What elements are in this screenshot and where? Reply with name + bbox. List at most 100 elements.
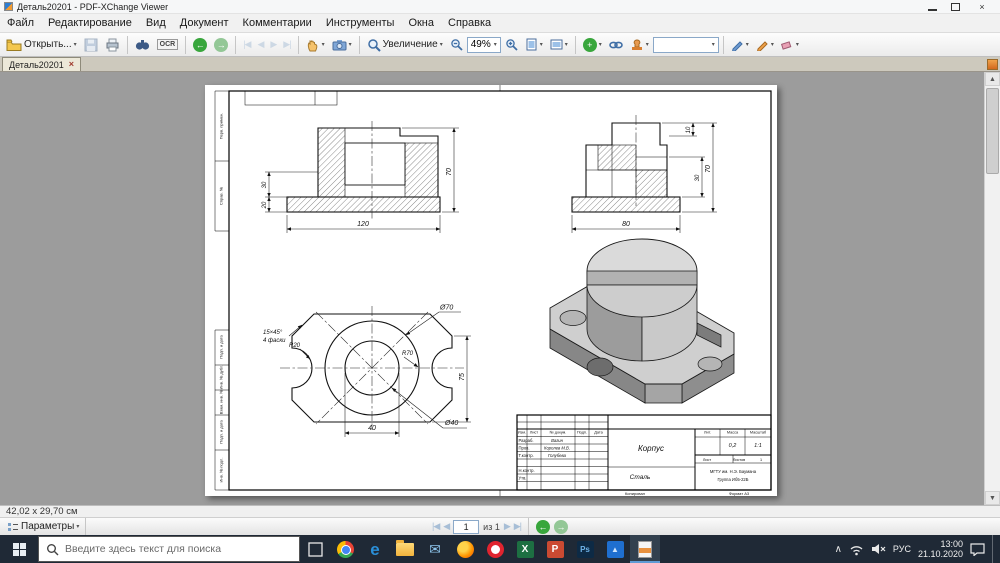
eraser-tool-button[interactable]: ▾: [778, 35, 802, 55]
document-page[interactable]: Перв. примен. Справ. № Подп. и дата Инв.…: [205, 85, 777, 496]
edge-icon: e: [370, 541, 379, 558]
tab-options-icon[interactable]: [987, 59, 998, 70]
search-input[interactable]: [65, 543, 275, 555]
taskbar-icon-edge[interactable]: e: [360, 535, 390, 563]
notification-icon[interactable]: [970, 543, 985, 556]
next-page-icon[interactable]: ▶: [504, 521, 510, 532]
taskbar-icon-explorer[interactable]: [390, 535, 420, 563]
menu-file[interactable]: Файл: [0, 15, 41, 31]
last-page-button[interactable]: ▶|: [280, 35, 293, 55]
zoom-tool-button[interactable]: Увеличение ▾: [364, 35, 446, 55]
photos-icon: ▲: [607, 541, 624, 558]
svg-text:75: 75: [459, 373, 466, 381]
show-desktop-button[interactable]: [992, 535, 996, 563]
vertical-scrollbar[interactable]: ▲ ▼: [984, 72, 1000, 505]
add-icon: +: [583, 38, 597, 52]
page-number-input[interactable]: 1: [453, 520, 479, 534]
caret-icon: ▾: [712, 41, 715, 48]
taskbar-icon-chrome[interactable]: [330, 535, 360, 563]
zoom-out-button[interactable]: [447, 35, 466, 55]
svg-text:30: 30: [262, 181, 268, 188]
next-page-button[interactable]: ▶: [267, 35, 279, 55]
volume-muted-icon[interactable]: [871, 543, 886, 555]
svg-text:Дата: Дата: [594, 430, 603, 434]
excel-icon: X: [517, 541, 534, 558]
add-tool-button[interactable]: + ▾: [580, 35, 605, 55]
prev-page-button[interactable]: ◀: [254, 35, 266, 55]
fit-page-button[interactable]: ▾: [522, 35, 546, 55]
separator: [235, 36, 236, 54]
svg-text:Сталь: Сталь: [630, 474, 651, 481]
binoculars-icon: [135, 38, 150, 51]
open-button[interactable]: Открыть... ▾: [3, 35, 80, 55]
menu-view[interactable]: Вид: [139, 15, 173, 31]
taskbar-icon-powerpoint[interactable]: P: [540, 535, 570, 563]
menu-windows[interactable]: Окна: [401, 15, 441, 31]
taskbar-icon-mail[interactable]: ✉: [420, 535, 450, 563]
previous-view-icon[interactable]: ←: [536, 520, 550, 534]
search-icon: [46, 543, 59, 556]
language-indicator[interactable]: РУС: [893, 544, 911, 554]
stamp-tool-button[interactable]: ▾: [627, 35, 652, 55]
previous-view-button[interactable]: ←: [190, 35, 210, 55]
pen-tool-button[interactable]: ▾: [728, 35, 752, 55]
taskbar-icon-firefox[interactable]: [450, 535, 480, 563]
close-icon[interactable]: ×: [974, 1, 990, 13]
firefox-icon: [457, 541, 474, 558]
tool-style-combo[interactable]: ▾: [653, 37, 719, 53]
separator: [528, 518, 529, 536]
pen-icon: [731, 38, 744, 51]
first-page-icon[interactable]: |◀: [432, 521, 439, 532]
taskbar-icon-pdf-xchange[interactable]: [630, 535, 660, 563]
fit-width-icon: [550, 38, 563, 51]
tab-close-icon[interactable]: ×: [69, 60, 74, 69]
task-view-button[interactable]: [300, 535, 330, 563]
taskbar-clock[interactable]: 13:00 21.10.2020: [918, 539, 963, 559]
menu-comments[interactable]: Комментарии: [236, 15, 319, 31]
scroll-down-icon[interactable]: ▼: [985, 491, 1000, 505]
search-button[interactable]: [132, 35, 153, 55]
print-button[interactable]: [102, 35, 123, 55]
scroll-up-icon[interactable]: ▲: [985, 72, 1000, 86]
link-tool-button[interactable]: [606, 35, 626, 55]
task-view-icon: [308, 542, 323, 557]
menu-tools[interactable]: Инструменты: [319, 15, 402, 31]
save-icon: [84, 38, 98, 52]
scrollbar-thumb[interactable]: [986, 88, 999, 174]
taskbar-icon-excel[interactable]: X: [510, 535, 540, 563]
ocr-button[interactable]: OCR: [154, 35, 182, 55]
tray-chevron-icon[interactable]: ∧: [835, 544, 842, 555]
menu-edit[interactable]: Редактирование: [41, 15, 139, 31]
save-button[interactable]: [81, 35, 101, 55]
menu-help[interactable]: Справка: [441, 15, 498, 31]
tab-detal20201[interactable]: Деталь20201 ×: [2, 57, 81, 71]
menu-document[interactable]: Документ: [173, 15, 236, 31]
taskbar-icon-photoshop[interactable]: Ps: [570, 535, 600, 563]
zoom-in-button[interactable]: [502, 35, 521, 55]
technical-drawing: Перв. примен. Справ. № Подп. и дата Инв.…: [205, 85, 777, 496]
fit-width-button[interactable]: ▾: [547, 35, 571, 55]
snapshot-tool-button[interactable]: ▾: [329, 35, 355, 55]
first-page-button[interactable]: |◀: [240, 35, 253, 55]
taskbar-icon-photos[interactable]: ▲: [600, 535, 630, 563]
next-view-button[interactable]: →: [211, 35, 231, 55]
network-icon[interactable]: [849, 543, 864, 556]
hand-tool-button[interactable]: ▾: [303, 35, 328, 55]
taskbar-icon-opera[interactable]: [480, 535, 510, 563]
options-button[interactable]: Параметры ▾: [4, 517, 82, 537]
next-view-icon[interactable]: →: [554, 520, 568, 534]
maximize-icon[interactable]: [951, 3, 960, 11]
zoom-level-combo[interactable]: 49% ▾: [467, 37, 501, 53]
eraser-icon: [781, 39, 794, 50]
minimize-icon[interactable]: [928, 3, 937, 11]
last-page-icon[interactable]: ▶|: [514, 521, 521, 532]
page-navigation-bar: Параметры ▾ |◀ ◀ 1 из 1 ▶ ▶| ← →: [0, 517, 1000, 535]
prev-page-icon[interactable]: ◀: [443, 521, 449, 532]
svg-text:Лист: Лист: [530, 430, 539, 434]
taskbar-search[interactable]: [38, 536, 300, 562]
svg-text:Перв. примен.: Перв. примен.: [218, 113, 223, 140]
ocr-icon: OCR: [157, 39, 179, 50]
svg-text:Лист: Лист: [703, 458, 712, 462]
pencil-tool-button[interactable]: ▾: [753, 35, 777, 55]
start-button[interactable]: [0, 535, 38, 563]
